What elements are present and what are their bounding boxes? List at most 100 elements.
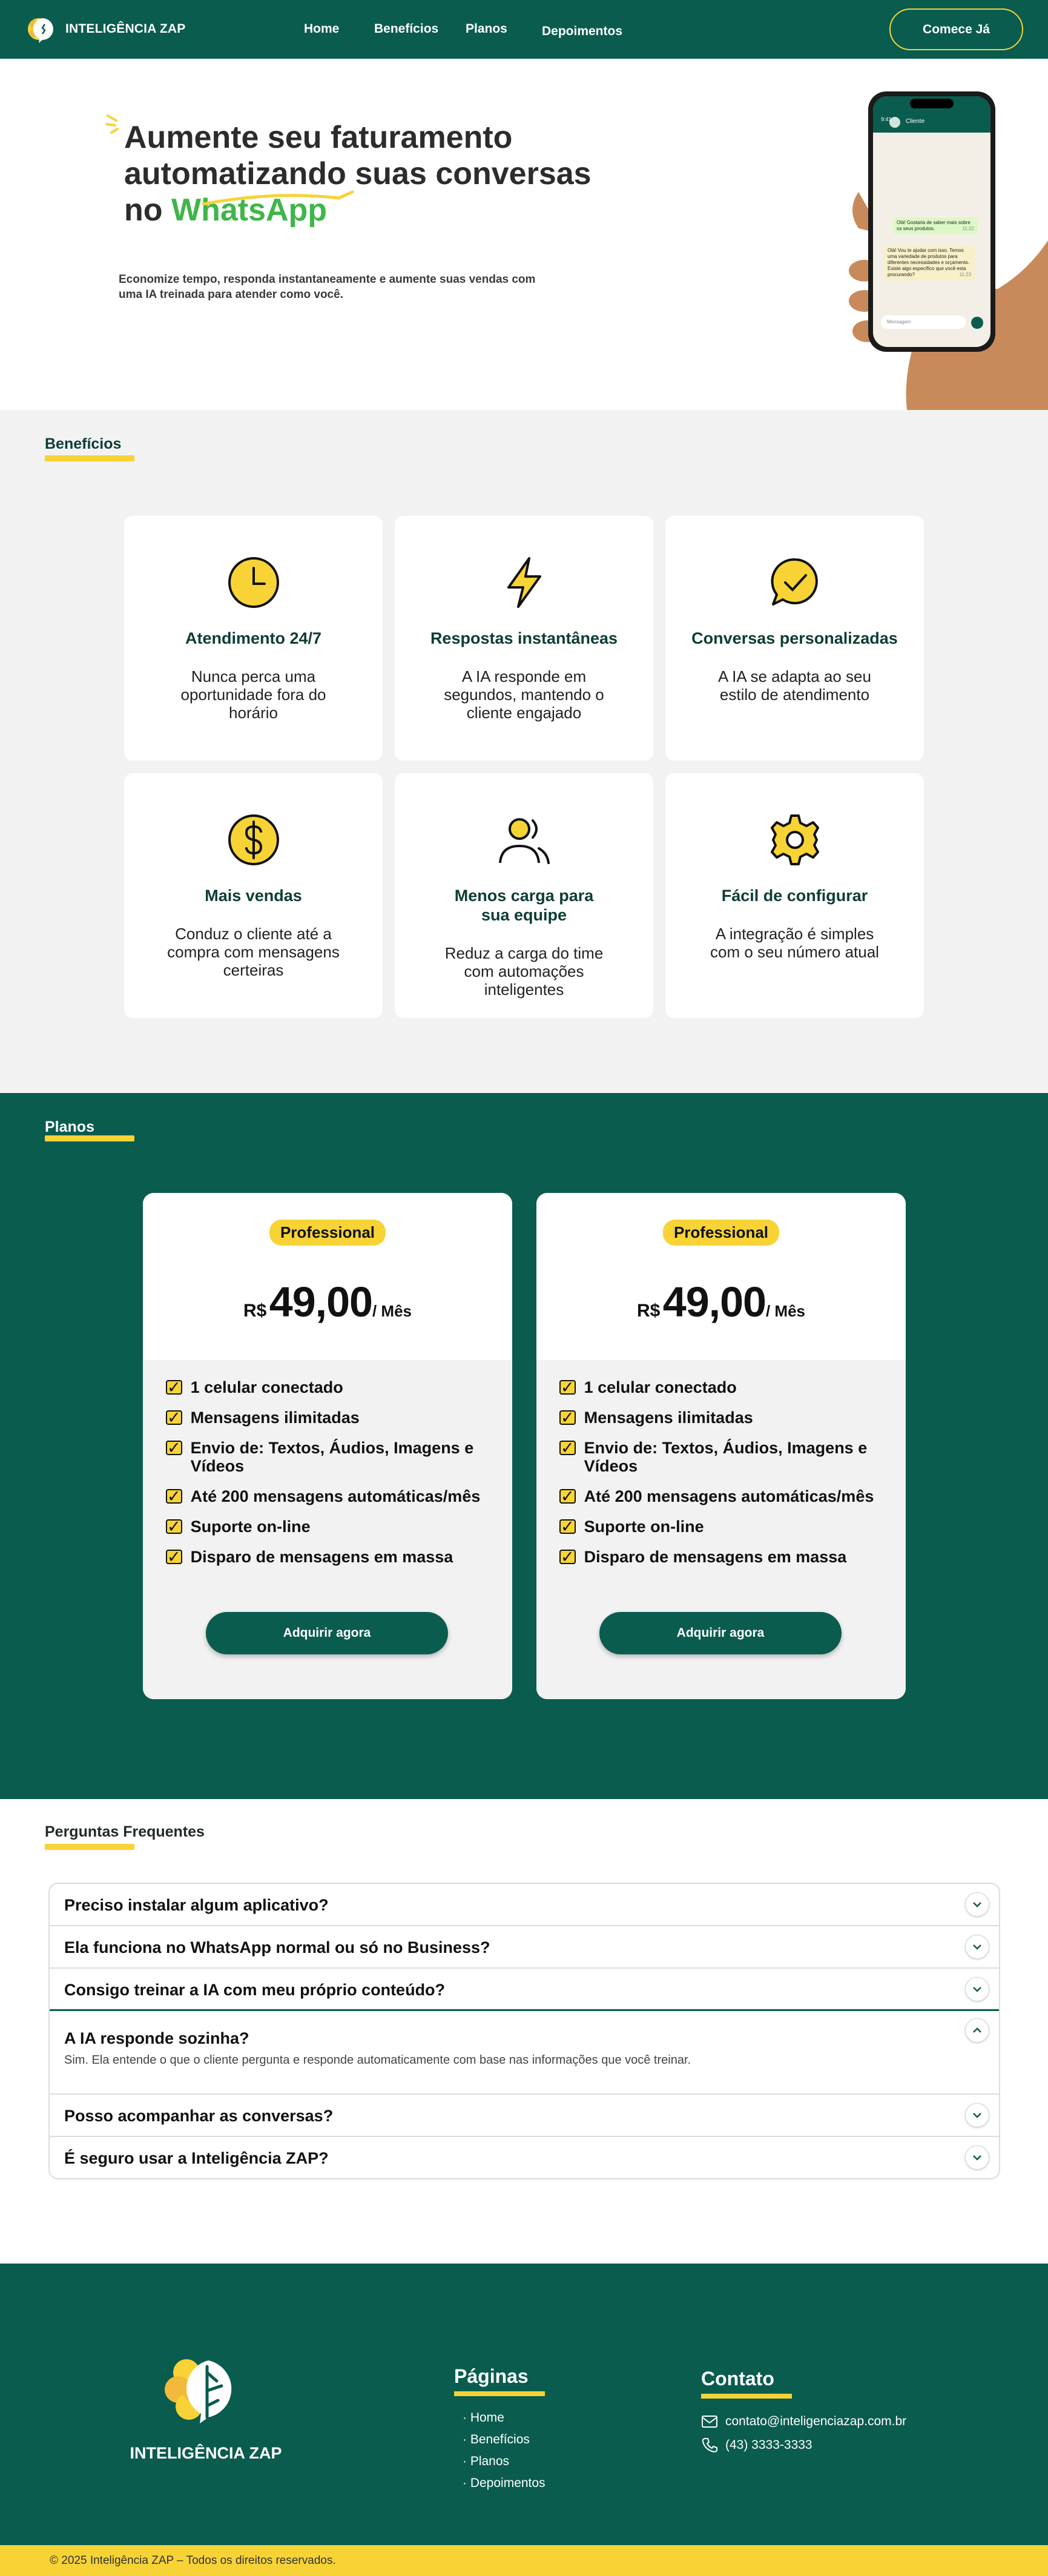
footer-link-label[interactable]: Home bbox=[470, 2411, 504, 2425]
copyright-bar: © 2025 Inteligência ZAP – Todos os direi… bbox=[0, 2545, 1048, 2576]
faq-question[interactable]: Preciso instalar algum aplicativo? bbox=[64, 1896, 329, 1915]
benefit-desc: Conduz o cliente até a compra com mensag… bbox=[167, 925, 340, 979]
plan-period: / Mês bbox=[765, 1302, 805, 1320]
checkbox-icon: ✓ bbox=[559, 1439, 576, 1457]
chevron-down-icon[interactable] bbox=[965, 2145, 989, 2170]
plan-feature: ✓ 1 celular conectado bbox=[166, 1378, 498, 1396]
plan-price-value: 49,00 bbox=[269, 1278, 373, 1326]
faq-answer: Sim. Ela entende o que o cliente pergunt… bbox=[64, 2053, 691, 2067]
faq-item[interactable]: Ela funciona no WhatsApp normal ou só no… bbox=[50, 1926, 999, 1969]
plan-badge: Professional bbox=[269, 1220, 386, 1246]
plan-feature: ✓ Até 200 mensagens automáticas/mês bbox=[166, 1487, 498, 1505]
faq-item-open[interactable]: A IA responde sozinha? Sim. Ela entende … bbox=[50, 2011, 999, 2095]
hero-title-prefix: no bbox=[124, 193, 171, 228]
footer-link-beneficios[interactable]: · Benefícios bbox=[454, 2432, 545, 2447]
plan-feature: ✓ 1 celular conectado bbox=[559, 1378, 891, 1396]
buy-now-button[interactable]: Adquirir agora bbox=[599, 1612, 842, 1654]
footer-contact-title: Contato bbox=[701, 2368, 774, 2389]
nav-link-beneficios[interactable]: Benefícios bbox=[374, 22, 438, 36]
footer-email[interactable]: contato@inteligenciazap.com.br bbox=[701, 2414, 906, 2429]
hero-title-line-1: Aumente seu faturamento bbox=[124, 120, 513, 155]
faq-item[interactable]: Posso acompanhar as conversas? bbox=[50, 2095, 999, 2137]
plan-feature-text: Até 200 mensagens automáticas/mês bbox=[584, 1487, 874, 1505]
plan-feature-text: Suporte on-line bbox=[584, 1518, 704, 1536]
brain-chat-logo-icon bbox=[165, 2359, 232, 2423]
benefit-title: Mais vendas bbox=[205, 887, 302, 905]
faq-question[interactable]: Posso acompanhar as conversas? bbox=[64, 2107, 333, 2125]
plan-currency: R$ bbox=[243, 1301, 267, 1321]
plan-feature-text: Disparo de mensagens em massa bbox=[190, 1548, 453, 1566]
plan-card-header: Professional R$ 49,00/ Mês bbox=[536, 1193, 906, 1360]
brand-name[interactable]: INTELIGÊNCIA ZAP bbox=[65, 22, 185, 36]
footer-link-depoimentos[interactable]: · Depoimentos bbox=[454, 2476, 545, 2491]
benefit-desc: Nunca perca uma oportunidade fora do hor… bbox=[180, 667, 326, 722]
top-navbar: INTELIGÊNCIA ZAP Home Benefícios Planos … bbox=[0, 0, 1048, 59]
faq-question[interactable]: É seguro usar a Inteligência ZAP? bbox=[64, 2149, 329, 2168]
phone-status-time: 9:41 bbox=[881, 116, 892, 122]
plan-feature: ✓ Mensagens ilimitadas bbox=[166, 1409, 498, 1427]
dollar-icon bbox=[228, 814, 279, 865]
buy-now-button[interactable]: Adquirir agora bbox=[206, 1612, 448, 1654]
benefits-title: Benefícios bbox=[45, 435, 122, 452]
footer-pages-column: Páginas · Home · Benefícios · Planos · D… bbox=[454, 2365, 545, 2491]
benefit-desc: Reduz a carga do time com automações int… bbox=[444, 944, 604, 999]
faq-accordion: Preciso instalar algum aplicativo? Ela f… bbox=[48, 1883, 1000, 2179]
footer-contact-underline bbox=[701, 2394, 792, 2399]
nav-link-depoimentos[interactable]: Depoimentos bbox=[542, 24, 622, 39]
gear-icon bbox=[770, 814, 819, 865]
chevron-down-icon[interactable] bbox=[965, 2103, 989, 2127]
hero-title: Aumente seu faturamento automatizando su… bbox=[124, 119, 645, 228]
checkbox-icon: ✓ bbox=[166, 1487, 182, 1505]
benefit-card: Atendimento 24/7 Nunca perca uma oportun… bbox=[124, 516, 383, 761]
brain-chat-logo-icon[interactable] bbox=[27, 13, 58, 45]
faq-question[interactable]: A IA responde sozinha? bbox=[64, 2029, 249, 2048]
nav-link-planos[interactable]: Planos bbox=[466, 22, 507, 36]
benefits-title-underline bbox=[45, 455, 134, 461]
benefit-title: Conversas personalizadas bbox=[691, 629, 898, 647]
faq-item[interactable]: É seguro usar a Inteligência ZAP? bbox=[50, 2137, 999, 2178]
chat-bubble-incoming-text: Olá! Gostaria de saber mais sobre os seu… bbox=[897, 220, 971, 231]
checkbox-icon: ✓ bbox=[559, 1378, 576, 1396]
faq-item[interactable]: Preciso instalar algum aplicativo? bbox=[50, 1884, 999, 1926]
plan-price-value: 49,00 bbox=[662, 1278, 766, 1326]
footer-link-label[interactable]: Benefícios bbox=[470, 2432, 530, 2446]
chevron-down-icon[interactable] bbox=[965, 1935, 989, 1959]
faq-item[interactable]: Consigo treinar a IA com meu próprio con… bbox=[50, 1969, 999, 2011]
faq-question[interactable]: Consigo treinar a IA com meu próprio con… bbox=[64, 1981, 445, 2000]
benefit-card: Menos carga para sua equipe Reduz a carg… bbox=[395, 773, 653, 1018]
phone-message-input: Mensagem bbox=[881, 315, 966, 329]
faq-question[interactable]: Ela funciona no WhatsApp normal ou só no… bbox=[64, 1938, 490, 1957]
footer-link-home[interactable]: · Home bbox=[454, 2411, 545, 2425]
plan-period: / Mês bbox=[372, 1302, 412, 1320]
plan-feature-text: Suporte on-line bbox=[190, 1518, 311, 1536]
chevron-up-icon[interactable] bbox=[965, 2018, 989, 2043]
checkbox-icon: ✓ bbox=[166, 1409, 182, 1427]
checkbox-icon: ✓ bbox=[559, 1548, 576, 1566]
chat-bubble-incoming-time: 11:22 bbox=[962, 226, 974, 231]
hero-section: Aumente seu faturamento automatizando su… bbox=[0, 59, 1048, 410]
plan-card: Professional R$ 49,00/ Mês ✓ 1 celular co… bbox=[536, 1193, 906, 1699]
checkbox-icon: ✓ bbox=[559, 1518, 576, 1536]
start-now-button[interactable]: Comece Já bbox=[889, 8, 1023, 50]
footer-phone[interactable]: (43) 3333-3333 bbox=[701, 2437, 906, 2453]
footer-link-planos[interactable]: · Planos bbox=[454, 2454, 545, 2469]
chevron-down-icon[interactable] bbox=[965, 1892, 989, 1917]
phone-mic-icon bbox=[971, 317, 983, 329]
footer-brand: INTELIGÊNCIA ZAP bbox=[130, 2444, 282, 2462]
footer-link-label[interactable]: Planos bbox=[470, 2454, 509, 2468]
plan-price: R$ 49,00/ Mês bbox=[143, 1278, 512, 1326]
footer-link-label[interactable]: Depoimentos bbox=[470, 2476, 545, 2490]
highlight-underline-swoosh bbox=[202, 190, 354, 206]
benefit-title: Atendimento 24/7 bbox=[185, 629, 322, 647]
footer-phone-text[interactable]: (43) 3333-3333 bbox=[725, 2438, 812, 2452]
plan-currency: R$ bbox=[636, 1301, 661, 1321]
faq-title: Perguntas Frequentes bbox=[45, 1823, 205, 1840]
benefit-desc: A IA responde em segundos, mantendo o cl… bbox=[444, 667, 604, 722]
plan-feature: ✓ Envio de: Textos, Áudios, Imagens e Víd… bbox=[166, 1439, 498, 1475]
chat-bubble-outgoing: Olá! Vou te ajudar com isso. Temos uma v… bbox=[884, 245, 975, 280]
nav-link-home[interactable]: Home bbox=[304, 22, 339, 36]
chevron-down-icon[interactable] bbox=[965, 1977, 989, 2001]
footer-email-text[interactable]: contato@inteligenciazap.com.br bbox=[725, 2414, 906, 2429]
footer-contact-column: Contato contato@inteligenciazap.com.br (… bbox=[701, 2368, 906, 2453]
lightning-icon bbox=[507, 557, 541, 608]
